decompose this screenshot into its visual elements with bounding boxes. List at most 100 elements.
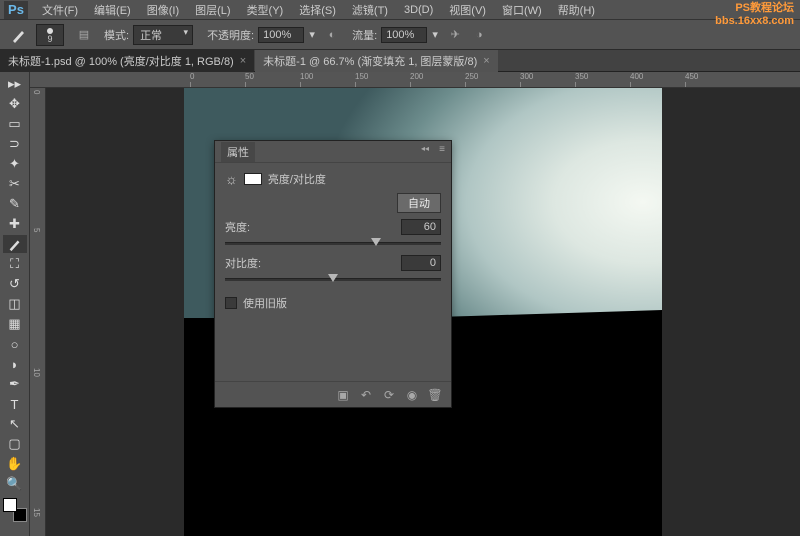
document-tab-1[interactable]: 未标题-1.psd @ 100% (亮度/对比度 1, RGB/8) × [0,50,254,72]
ruler-tick: 250 [465,72,478,81]
close-icon[interactable]: × [483,55,489,67]
mask-thumbnail-icon[interactable] [244,173,262,185]
brightness-value-field[interactable]: 60 [401,219,441,235]
menu-layer[interactable]: 图层(L) [187,2,238,18]
move-tool[interactable]: ✥ [3,95,27,113]
brightness-slider[interactable] [225,237,441,249]
legacy-label: 使用旧版 [243,295,287,311]
brush-panel-icon[interactable]: ▤ [74,25,94,45]
ruler-tick: 350 [575,72,588,81]
document-tabs: 未标题-1.psd @ 100% (亮度/对比度 1, RGB/8) × 未标题… [0,50,800,72]
eraser-tool[interactable]: ◫ [3,295,27,313]
legacy-checkbox[interactable] [225,297,237,309]
ruler-tick: 400 [630,72,643,81]
brush-preset-picker[interactable]: 9 [36,24,64,46]
color-swatches[interactable] [3,498,27,522]
gradient-tool[interactable]: ▦ [3,315,27,333]
toggle-visibility-icon[interactable]: ◉ [402,386,422,404]
stamp-tool[interactable]: ⛶ [3,255,27,273]
slider-thumb-icon[interactable] [371,238,381,246]
brush-tool[interactable] [3,235,27,253]
previous-state-icon[interactable]: ↶ [356,386,376,404]
watermark: PS教程论坛 bbs.16xx8.com [715,2,794,28]
slider-thumb-icon[interactable] [328,274,338,282]
menu-select[interactable]: 选择(S) [291,2,344,18]
delete-icon[interactable]: 🗑 [425,386,445,404]
brightness-label: 亮度: [225,219,250,235]
ruler-tick: 0 [190,72,194,81]
collapse-icon[interactable]: ◂◂ [421,144,429,153]
watermark-line1: PS教程论坛 [715,2,794,15]
tab-label: 未标题-1 @ 66.7% (渐变填充 1, 图层蒙版/8) [263,53,477,69]
flow-label: 流量: [352,27,377,43]
menu-type[interactable]: 类型(Y) [239,2,292,18]
ruler-tick: 150 [355,72,368,81]
healing-tool[interactable]: ✚ [3,215,27,233]
contrast-label: 对比度: [225,255,261,271]
toolbox: ▸▸ ✥ ▭ ⊃ ✦ ✂ ✎ ✚ ⛶ ↺ ◫ ▦ ○ ◗ ✒ T ↖ ▢ ✋ 🔍 [0,72,30,536]
lasso-tool[interactable]: ⊃ [3,135,27,153]
marquee-tool[interactable]: ▭ [3,115,27,133]
auto-button[interactable]: 自动 [397,193,441,213]
menu-edit[interactable]: 编辑(E) [86,2,139,18]
panel-footer: ▣ ↶ ⟳ ◉ 🗑 [215,381,451,407]
mode-label: 模式: [104,27,129,43]
ruler-tick: 15 [32,508,41,517]
ruler-tick: 50 [245,72,254,81]
panel-title[interactable]: 属性 [221,142,255,162]
tablet-opacity-icon[interactable]: ◐ [322,25,342,45]
properties-panel[interactable]: 属性 ◂◂ ≡ ☼ 亮度/对比度 自动 亮度: 60 对比度: 0 [214,140,452,408]
mode-dropdown[interactable]: 正常 [133,25,193,45]
pen-tool[interactable]: ✒ [3,375,27,393]
opacity-label: 不透明度: [207,27,254,43]
ruler-tick: 300 [520,72,533,81]
ruler-tick: 0 [32,90,41,94]
menu-filter[interactable]: 滤镜(T) [344,2,396,18]
crop-tool[interactable]: ✂ [3,175,27,193]
tablet-size-icon[interactable]: ◑ [469,25,489,45]
brush-size-value: 9 [47,34,52,44]
ruler-tick: 5 [32,228,41,232]
menu-help[interactable]: 帮助(H) [550,2,603,18]
dodge-tool[interactable]: ◗ [3,355,27,373]
close-icon[interactable]: × [240,55,246,67]
panel-body: ☼ 亮度/对比度 自动 亮度: 60 对比度: 0 [215,163,451,317]
zoom-tool[interactable]: 🔍 [3,475,27,493]
airbrush-icon[interactable]: ✈ [445,25,465,45]
app-logo[interactable]: Ps [4,1,28,19]
menu-3d[interactable]: 3D(D) [396,4,441,16]
brightness-contrast-icon: ☼ [225,171,238,187]
ruler-tick: 10 [32,368,41,377]
options-bar: 9 ▤ 模式: 正常 不透明度: 100% ▾ ◐ 流量: 100% ▾ ✈ ◑ [0,20,800,50]
opacity-chevron-icon[interactable]: ▾ [306,28,318,41]
menu-image[interactable]: 图像(I) [139,2,187,18]
brush-tool-icon[interactable] [6,24,32,46]
flow-field[interactable]: 100% [381,27,427,43]
ruler-vertical[interactable]: 0 5 10 15 [30,88,46,536]
flow-chevron-icon[interactable]: ▾ [429,28,441,41]
contrast-slider[interactable] [225,273,441,285]
clip-to-layer-icon[interactable]: ▣ [333,386,353,404]
blur-tool[interactable]: ○ [3,335,27,353]
reset-icon[interactable]: ⟳ [379,386,399,404]
tab-handle-icon[interactable]: ▸▸ [3,75,27,93]
document-tab-2[interactable]: 未标题-1 @ 66.7% (渐变填充 1, 图层蒙版/8) × [255,50,498,72]
wand-tool[interactable]: ✦ [3,155,27,173]
adjustment-name: 亮度/对比度 [268,171,326,187]
ruler-horizontal[interactable]: 0 50 100 150 200 250 300 350 400 450 [30,72,800,88]
eyedropper-tool[interactable]: ✎ [3,195,27,213]
menu-window[interactable]: 窗口(W) [494,2,550,18]
type-tool[interactable]: T [3,395,27,413]
shape-tool[interactable]: ▢ [3,435,27,453]
history-brush-tool[interactable]: ↺ [3,275,27,293]
panel-menu-icon[interactable]: ≡ [439,144,445,155]
contrast-value-field[interactable]: 0 [401,255,441,271]
foreground-swatch[interactable] [3,498,17,512]
opacity-field[interactable]: 100% [258,27,304,43]
menu-file[interactable]: 文件(F) [34,2,86,18]
menu-view[interactable]: 视图(V) [441,2,494,18]
path-select-tool[interactable]: ↖ [3,415,27,433]
panel-header[interactable]: 属性 ◂◂ ≡ [215,141,451,163]
hand-tool[interactable]: ✋ [3,455,27,473]
menubar: Ps 文件(F) 编辑(E) 图像(I) 图层(L) 类型(Y) 选择(S) 滤… [0,0,800,20]
